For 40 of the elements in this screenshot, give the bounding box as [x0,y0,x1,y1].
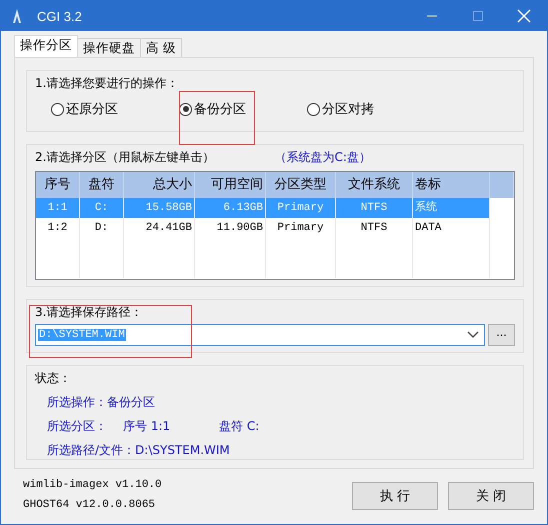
table-cell: NTFS [336,218,413,238]
table-cell: NTFS [336,198,413,218]
system-disk-note: （系统盘为C:盘） [274,149,371,166]
table-row[interactable]: 1:2 D: 24.41GB 11.90GB Primary NTFS DATA [36,218,514,238]
table-cell: DATA [413,218,490,238]
status-text: 盘符 C: [219,418,260,435]
tab[interactable]: 操作硬盘 [77,38,141,57]
close-icon [517,9,531,23]
tab[interactable]: 高 级 [140,38,182,57]
browse-button[interactable]: ... [488,324,515,346]
maximize-icon [472,10,484,22]
table-cell: D: [80,218,124,238]
table-cell: 24.41GB [124,218,195,238]
table-cell: 11.90GB [195,218,266,238]
radio-option[interactable]: 备份分区 [179,100,307,118]
status-label: 状态： [35,370,72,387]
version-text: GHOST64 v12.0.0.8065 [23,499,156,511]
section-label: 2.请选择分区（用鼠标左键单击） [35,149,214,166]
table-cell: 6.13GB [195,198,266,218]
table-cell: Primary [266,198,336,218]
radio-option[interactable]: 还原分区 [51,100,179,118]
status-text: 所选分区： [47,418,107,435]
table-cell: 1:2 [36,218,80,238]
radio-option[interactable]: 分区对拷 [307,100,374,118]
section-label: 1.请选择您要进行的操作： [35,75,180,92]
table-cell: Primary [266,218,336,238]
section-label: 3.请选择保存路径： [35,304,144,321]
tab[interactable]: 操作分区 [14,35,78,57]
status-text: 所选路径/文件：D:\SYSTEM.WIM [47,442,230,459]
app-icon [11,8,23,24]
table-cell: C: [80,198,124,218]
table-cell: 1:1 [36,198,80,218]
chevron-icon [467,331,479,339]
action-button[interactable]: 执 行 [352,482,438,510]
action-button[interactable]: 关 闭 [448,482,534,510]
version-text: wimlib-imagex v1.10.0 [23,479,162,491]
window-title: CGI 3.2 [37,8,82,24]
status-text: 所选操作：备份分区 [47,394,155,411]
table-cell: 15.58GB [124,198,195,218]
status-text: 序号 1:1 [123,418,172,435]
